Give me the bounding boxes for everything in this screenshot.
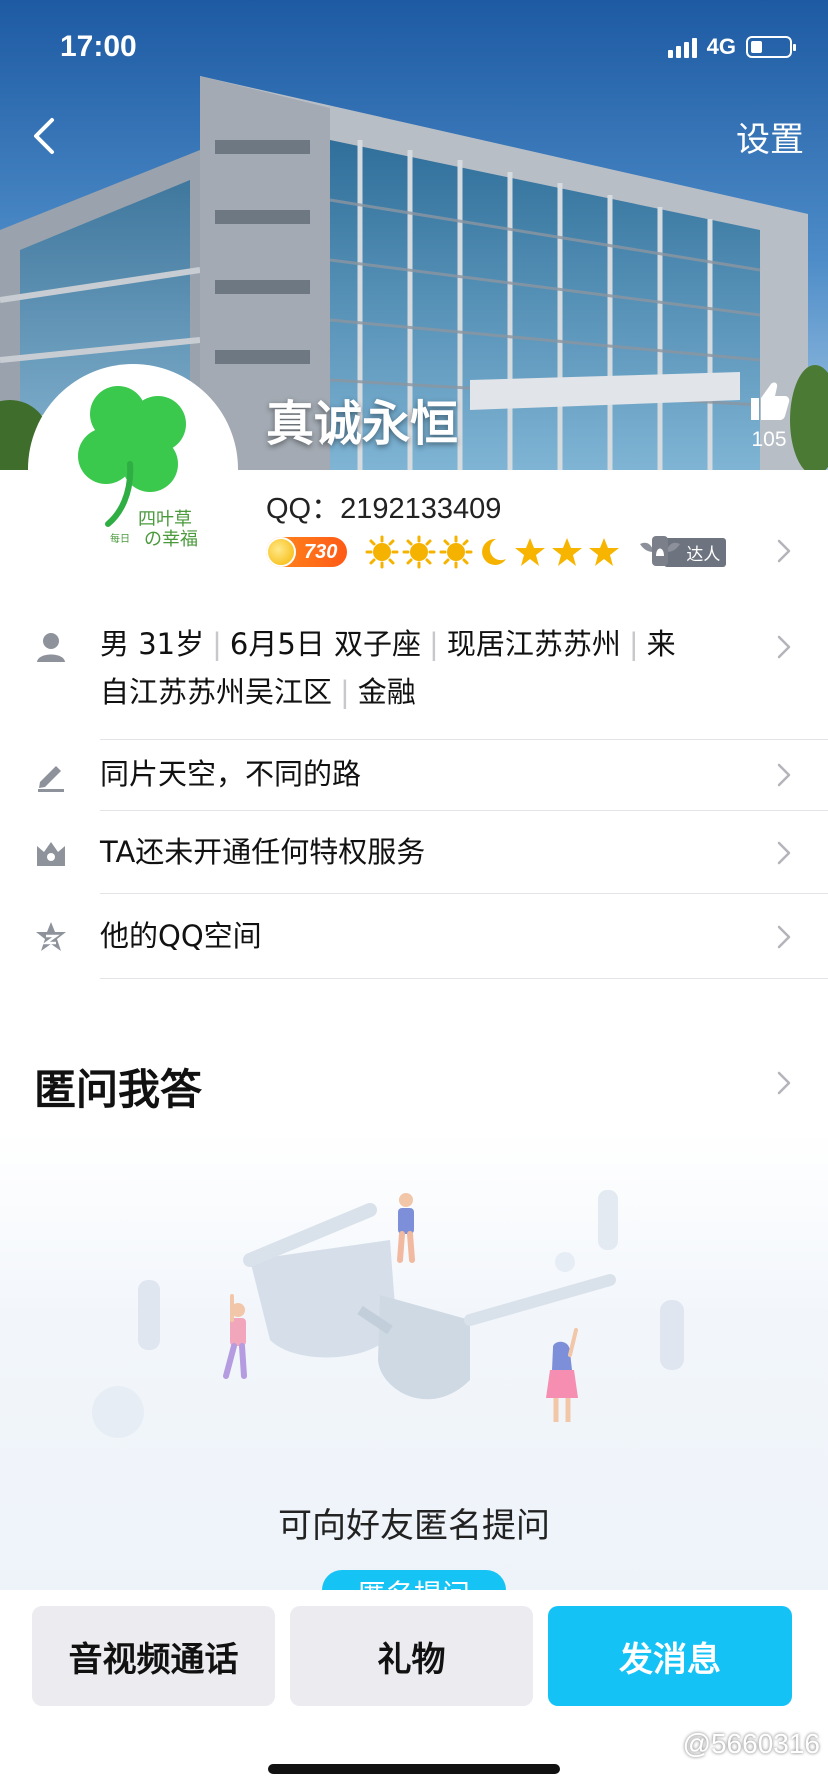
qzone-text: 他的QQ空间: [100, 919, 262, 953]
qq-number[interactable]: QQ：2192133409: [266, 485, 501, 527]
level-badges[interactable]: 730 达人: [266, 530, 727, 574]
signature-text: 同片天空，不同的路: [100, 757, 362, 791]
thumbs-up-icon: [751, 382, 790, 420]
send-message-button[interactable]: 发消息: [548, 1606, 792, 1706]
home-indicator[interactable]: [268, 1764, 560, 1774]
person-icon: [37, 633, 65, 662]
chevron-right-icon: [777, 635, 791, 659]
video-call-button[interactable]: 音视频通话: [32, 1606, 275, 1706]
star-icon: [589, 538, 620, 566]
settings-button[interactable]: 设置: [736, 112, 804, 161]
chevron-left-icon: [34, 118, 54, 154]
avatar-caption-line1: 四叶草: [138, 509, 192, 530]
back-button[interactable]: [26, 112, 62, 160]
chevron-right-icon[interactable]: [776, 1070, 792, 1096]
avatar[interactable]: 四叶草 の幸福 每日: [28, 364, 238, 574]
divider: [100, 739, 828, 740]
qzone-star-icon: [36, 922, 66, 951]
coin-icon: [266, 537, 296, 567]
sun-icon: [365, 535, 399, 569]
chevron-right-icon: [777, 841, 791, 865]
talent-badge: 达人: [638, 535, 727, 569]
chevron-right-icon: [777, 925, 791, 949]
residence: 现居江苏苏州: [446, 627, 621, 661]
basic-info-row[interactable]: 男 31岁 | 6月5日 双子座 | 现居江苏苏州 | 来 自江苏苏州吴江区 | 金融: [0, 620, 828, 738]
qa-section-title[interactable]: 匿问我答: [34, 1056, 202, 1117]
qzone-row[interactable]: 他的QQ空间: [0, 912, 828, 972]
battery-icon: [746, 36, 796, 58]
bottom-action-bar: 音视频通话 礼物 发消息: [0, 1590, 828, 1792]
privilege-text: TA还未开通任何特权服务: [100, 835, 426, 869]
chevron-right-icon: [777, 763, 791, 787]
avatar-caption-line2: の幸福: [144, 529, 198, 550]
crown-box-icon: [37, 842, 65, 866]
coin-value: 730: [304, 540, 338, 563]
basic-info-line1: 男 31岁 | 6月5日 双子座 | 现居江苏苏州 | 来: [100, 627, 676, 661]
chevron-right-icon[interactable]: [776, 538, 792, 564]
hometown: 自江苏苏州吴江区: [100, 675, 333, 709]
sun-icon: [402, 535, 436, 569]
moon-icon: [482, 538, 507, 565]
sun-icon: [439, 535, 473, 569]
like-button[interactable]: 105: [742, 380, 796, 452]
network-type: 4G: [706, 34, 736, 59]
birthday-sign: 6月5日 双子座: [229, 627, 422, 661]
industry: 金融: [357, 675, 416, 709]
divider: [100, 978, 828, 979]
avatar-caption: 四叶草 の幸福: [138, 510, 198, 550]
star-icon: [552, 538, 583, 566]
star-icon: [515, 538, 546, 566]
watermark: @5660316: [682, 1728, 820, 1759]
avatar-caption-small: 每日: [110, 534, 130, 545]
divider: [100, 893, 828, 894]
status-indicators: 4G: [667, 34, 796, 60]
winged-bell-icon: [640, 536, 681, 566]
gift-button[interactable]: 礼物: [290, 1606, 533, 1706]
hometown-prefix: 来: [646, 627, 676, 661]
four-leaf-clover-icon: [78, 386, 186, 527]
like-count: 105: [751, 428, 787, 451]
status-time: 17:00: [60, 30, 137, 63]
signature-row[interactable]: 同片天空，不同的路: [0, 750, 828, 810]
basic-info-line2: 自江苏苏州吴江区 | 金融: [100, 675, 416, 709]
qa-caption: 可向好友匿名提问: [278, 1506, 550, 1546]
coin-badge: 730: [266, 537, 348, 567]
signal-icon: [667, 36, 697, 58]
privilege-row[interactable]: TA还未开通任何特权服务: [0, 828, 828, 888]
gender-age: 男 31岁: [100, 627, 205, 661]
pencil-icon: [38, 766, 64, 792]
profile-nickname: 真诚永恒: [266, 396, 459, 452]
divider: [100, 810, 828, 811]
